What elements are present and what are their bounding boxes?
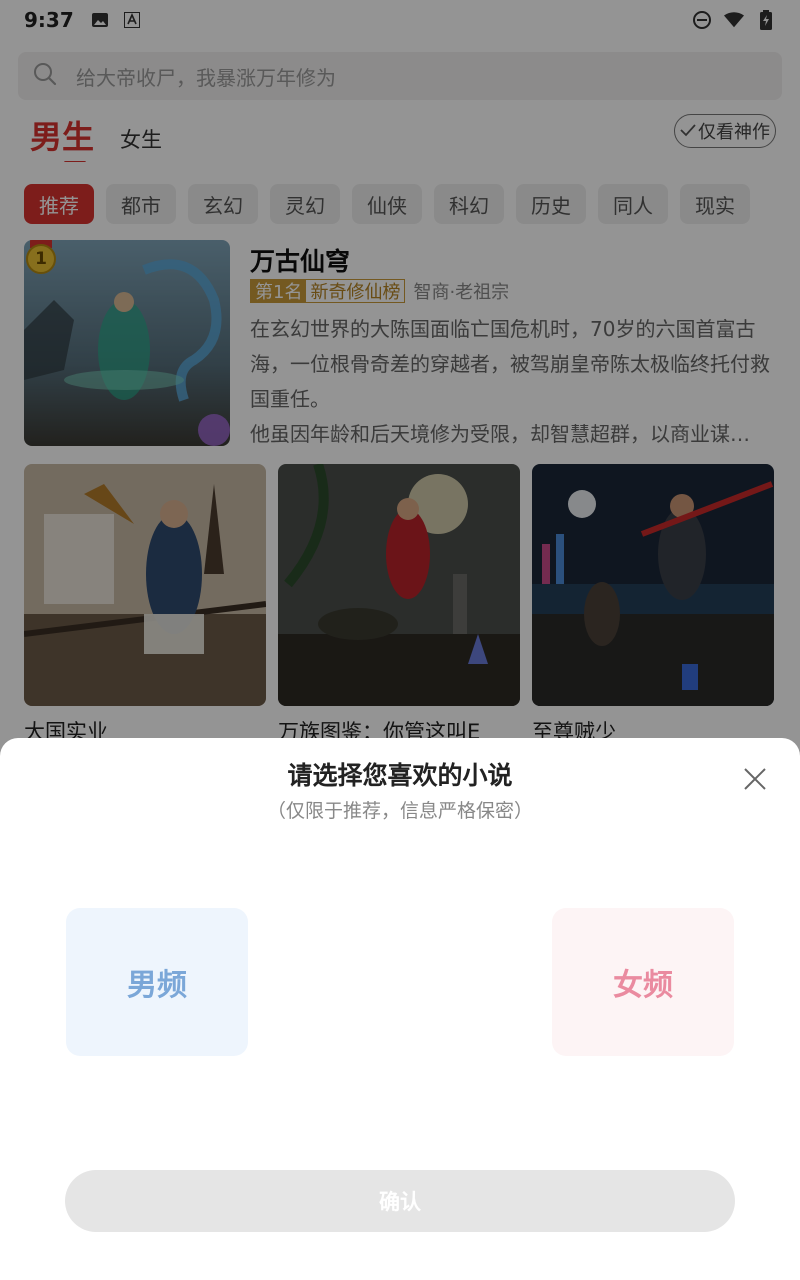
sheet-title: 请选择您喜欢的小说 [287, 761, 513, 790]
sheet-subtitle: （仅限于推荐，信息严格保密） [266, 800, 533, 822]
close-button[interactable] [740, 764, 770, 794]
preference-bottom-sheet: 请选择您喜欢的小说 （仅限于推荐，信息严格保密） 男频 女频 确认 [0, 738, 800, 1280]
male-fiction-option[interactable]: 男频 [66, 908, 248, 1056]
confirm-button[interactable]: 确认 [65, 1170, 735, 1232]
female-fiction-option[interactable]: 女频 [552, 908, 734, 1056]
close-icon [744, 768, 766, 790]
